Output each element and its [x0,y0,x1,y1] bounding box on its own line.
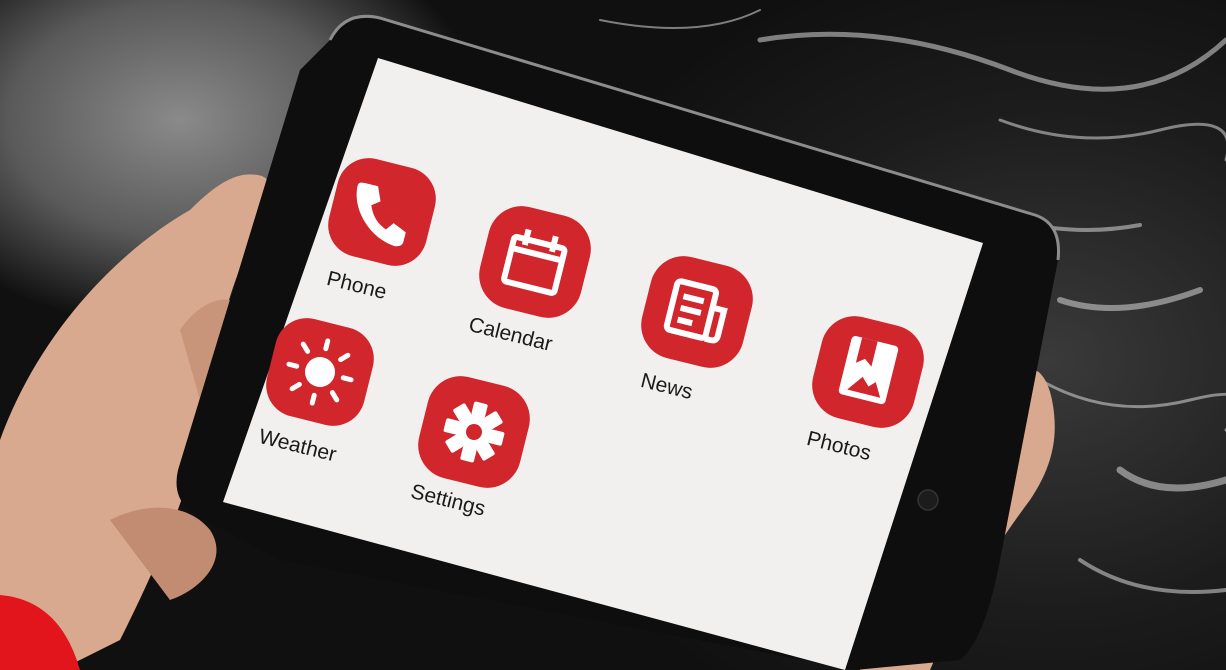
photo-scene: Phone Calendar News Photos Weather Setti… [0,0,1226,670]
home-button[interactable] [917,489,939,511]
background-svg [0,9,1226,670]
